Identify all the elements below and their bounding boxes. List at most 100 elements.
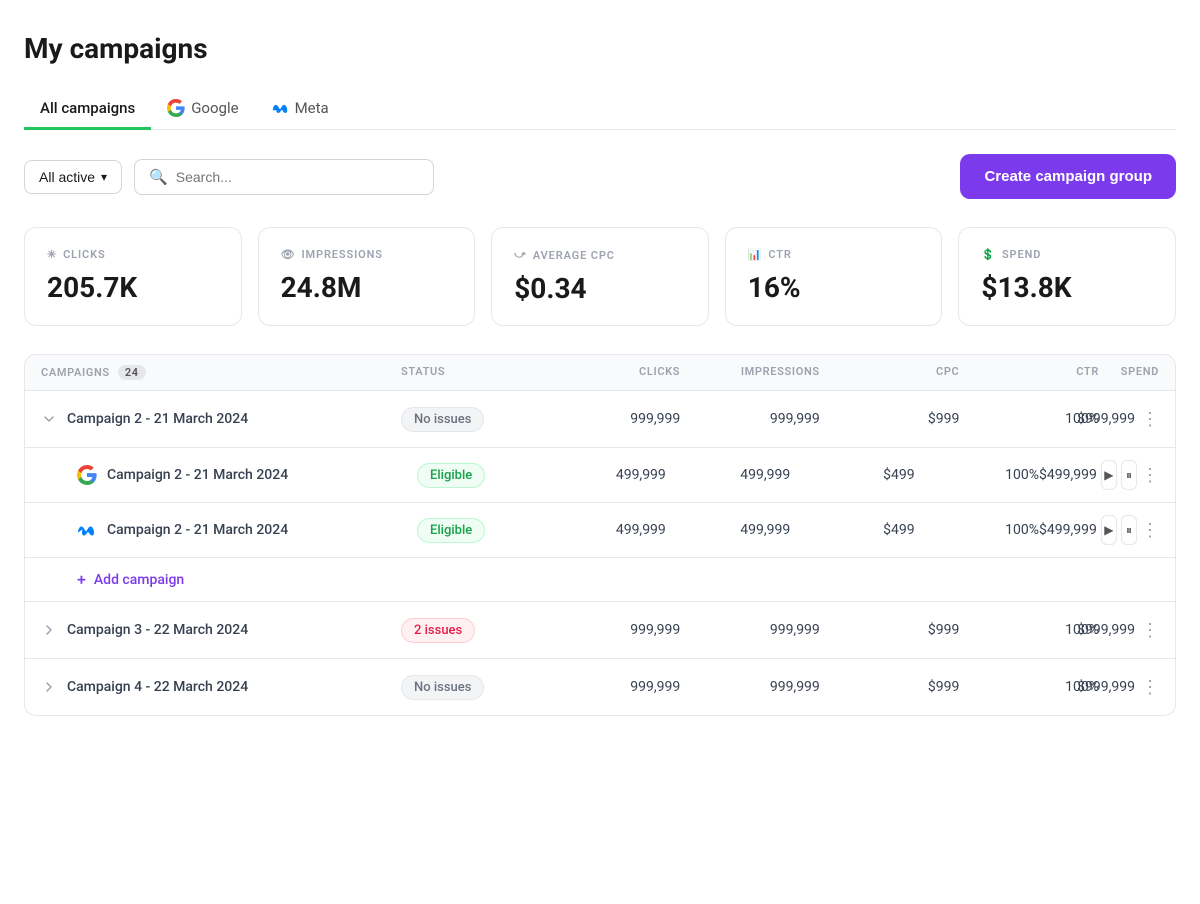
status-badge: No issues xyxy=(401,407,484,432)
sub1a-status: Eligible xyxy=(417,463,541,488)
sub1b-name: Campaign 2 - 21 March 2024 xyxy=(107,522,288,538)
metric-avg-cpc-value: $0.34 xyxy=(514,272,686,305)
row3-spend: $999,999 xyxy=(1077,679,1135,695)
eye-icon: 👁 xyxy=(281,248,296,261)
sub1b-ctr: 100% xyxy=(915,522,1039,538)
row2-impressions: 999,999 xyxy=(680,622,820,638)
sub1b-spend: $499,999 xyxy=(1039,522,1097,538)
search-icon: 🔍 xyxy=(149,168,168,186)
row3-clicks: 999,999 xyxy=(541,679,681,695)
row1-clicks: 999,999 xyxy=(541,411,681,427)
filter-dropdown[interactable]: All active ▾ xyxy=(24,160,122,194)
th-status: STATUS xyxy=(401,365,541,380)
sub1b-play-button[interactable]: ▶ xyxy=(1101,515,1117,545)
row2-cpc: $999 xyxy=(820,622,960,638)
sparkle-icon: ✳ xyxy=(47,248,57,261)
row1-name-cell: Campaign 2 - 21 March 2024 xyxy=(41,411,401,427)
filter-label: All active xyxy=(39,169,95,185)
meta-icon xyxy=(77,520,97,540)
row1-name: Campaign 2 - 21 March 2024 xyxy=(67,411,248,427)
th-clicks: CLICKS xyxy=(541,365,681,380)
plus-icon: + xyxy=(77,570,86,589)
row3-actions: $999,999 ⋮ xyxy=(1099,673,1159,701)
metric-spend-value: $13.8K xyxy=(981,271,1153,304)
google-icon xyxy=(167,99,185,117)
row1-impressions: 999,999 xyxy=(680,411,820,427)
tab-google-label: Google xyxy=(191,99,238,117)
chevron-right-icon[interactable] xyxy=(41,622,57,638)
tab-bar: All campaigns Google Meta xyxy=(24,89,1176,130)
sub1b-name-cell: Campaign 2 - 21 March 2024 xyxy=(77,520,417,540)
metric-avg-cpc: ⤻ AVERAGE CPC $0.34 xyxy=(491,227,709,326)
sub1a-pause-button[interactable]: ⏸ xyxy=(1121,460,1137,490)
google-icon xyxy=(77,465,97,485)
create-campaign-group-button[interactable]: Create campaign group xyxy=(960,154,1176,199)
sub-row: Campaign 2 - 21 March 2024 Eligible 499,… xyxy=(25,503,1175,558)
sub1a-spend: $499,999 xyxy=(1039,467,1097,483)
metric-ctr-value: 16% xyxy=(748,271,920,304)
row2-name: Campaign 3 - 22 March 2024 xyxy=(67,622,248,638)
sub1a-impressions: 499,999 xyxy=(666,467,790,483)
add-campaign-row[interactable]: + Add campaign xyxy=(25,558,1175,602)
th-campaigns: CAMPAIGNS 24 xyxy=(41,365,401,380)
metric-spend: 💲 SPEND $13.8K xyxy=(958,227,1176,326)
th-ctr: CTR xyxy=(959,365,1099,380)
sub1a-play-button[interactable]: ▶ xyxy=(1101,460,1117,490)
metric-clicks-label: ✳ CLICKS xyxy=(47,248,219,261)
th-impressions: IMPRESSIONS xyxy=(680,365,820,380)
row1-cpc: $999 xyxy=(820,411,960,427)
toolbar: All active ▾ 🔍 Create campaign group xyxy=(24,154,1176,199)
tab-all-campaigns[interactable]: All campaigns xyxy=(24,89,151,130)
metric-spend-label: 💲 SPEND xyxy=(981,248,1153,261)
row2-name-cell: Campaign 3 - 22 March 2024 xyxy=(41,622,401,638)
table-row: Campaign 3 - 22 March 2024 2 issues 999,… xyxy=(25,602,1175,659)
search-input[interactable] xyxy=(176,169,419,185)
sub1b-actions: $499,999 ▶ ⏸ ⋮ xyxy=(1039,515,1159,545)
status-badge: 2 issues xyxy=(401,618,475,643)
meta-icon xyxy=(271,99,289,117)
row3-more-button[interactable]: ⋮ xyxy=(1141,673,1159,701)
sub1b-pause-button[interactable]: ⏸ xyxy=(1121,515,1137,545)
metric-ctr: 📊 CTR 16% xyxy=(725,227,943,326)
row3-status: No issues xyxy=(401,675,541,700)
chevron-down-icon: ▾ xyxy=(101,170,107,184)
status-badge: No issues xyxy=(401,675,484,700)
table-row: Campaign 2 - 21 March 2024 No issues 999… xyxy=(25,391,1175,448)
sub1b-impressions: 499,999 xyxy=(666,522,790,538)
row1-more-button[interactable]: ⋮ xyxy=(1141,405,1159,433)
row3-cpc: $999 xyxy=(820,679,960,695)
sub1b-cpc: $499 xyxy=(790,522,914,538)
search-box: 🔍 xyxy=(134,159,434,195)
sub1a-name-cell: Campaign 2 - 21 March 2024 xyxy=(77,465,417,485)
row3-name-cell: Campaign 4 - 22 March 2024 xyxy=(41,679,401,695)
table-row: Campaign 4 - 22 March 2024 No issues 999… xyxy=(25,659,1175,715)
sub1b-status: Eligible xyxy=(417,518,541,543)
sub1b-more-button[interactable]: ⋮ xyxy=(1141,516,1159,544)
row2-actions: $999,999 ⋮ xyxy=(1099,616,1159,644)
sub1a-more-button[interactable]: ⋮ xyxy=(1141,461,1159,489)
cursor-icon: ⤻ xyxy=(514,248,527,262)
chevron-right-icon[interactable] xyxy=(41,679,57,695)
tab-meta[interactable]: Meta xyxy=(255,89,345,130)
row2-more-button[interactable]: ⋮ xyxy=(1141,616,1159,644)
campaign-count-badge: 24 xyxy=(118,365,146,380)
status-badge: Eligible xyxy=(417,463,485,488)
row3-impressions: 999,999 xyxy=(680,679,820,695)
metric-impressions-label: 👁 IMPRESSIONS xyxy=(281,248,453,261)
sub1a-actions: $499,999 ▶ ⏸ ⋮ xyxy=(1039,460,1159,490)
th-cpc: CPC xyxy=(820,365,960,380)
row2-clicks: 999,999 xyxy=(541,622,681,638)
sub1a-ctr: 100% xyxy=(915,467,1039,483)
th-spend: SPEND xyxy=(1099,365,1159,380)
row1-actions: $999,999 ⋮ xyxy=(1099,405,1159,433)
metric-avg-cpc-label: ⤻ AVERAGE CPC xyxy=(514,248,686,262)
sub1a-name: Campaign 2 - 21 March 2024 xyxy=(107,467,288,483)
metric-clicks: ✳ CLICKS 205.7K xyxy=(24,227,242,326)
tab-all-campaigns-label: All campaigns xyxy=(40,99,135,117)
metric-clicks-value: 205.7K xyxy=(47,271,219,304)
chevron-down-icon[interactable] xyxy=(41,411,57,427)
tab-google[interactable]: Google xyxy=(151,89,254,130)
row1-status: No issues xyxy=(401,407,541,432)
create-button-label: Create campaign group xyxy=(984,168,1152,185)
add-campaign-label: Add campaign xyxy=(94,572,184,588)
